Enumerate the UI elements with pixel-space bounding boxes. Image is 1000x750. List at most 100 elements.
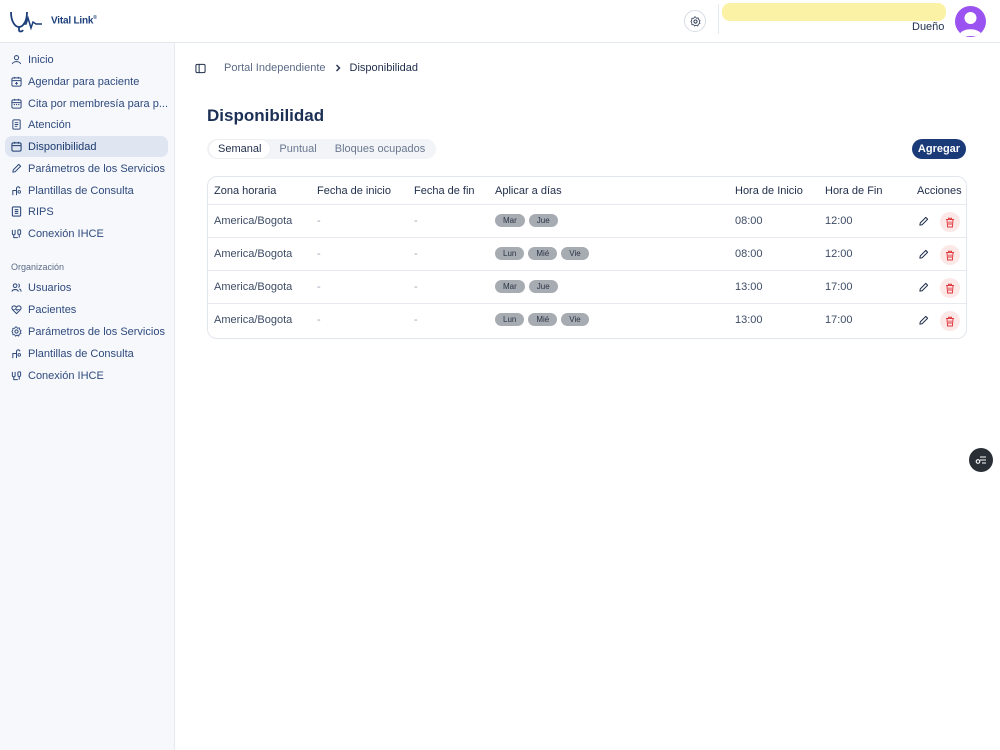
tab-puntual[interactable]: Puntual [270, 140, 325, 158]
column-header: Fecha de inicio [317, 185, 391, 197]
sidebar-item-label: Inicio [28, 53, 54, 66]
end-time-cell: 12:00 [825, 248, 853, 260]
table-row: America/Bogota - - Lun Mié Vie 13:00 17:… [208, 304, 966, 337]
stethoscope-logo-icon [10, 11, 42, 33]
sidebar-item-org-plantillas[interactable]: Plantillas de Consulta [5, 343, 168, 364]
top-header: Vital Link® Dueño [0, 0, 1000, 43]
gear-icon [690, 16, 700, 26]
settings-button[interactable] [684, 10, 706, 32]
sidebar-toggle-button[interactable] [195, 63, 206, 74]
calendar-grid-icon [11, 98, 22, 109]
tab-semanal[interactable]: Semanal [209, 140, 271, 158]
day-chip: Vie [561, 247, 589, 260]
column-header: Fecha de fin [414, 185, 475, 197]
start-date-cell: - [317, 314, 321, 326]
column-header: Hora de Inicio [735, 185, 803, 197]
availability-table: Zona horaria Fecha de inicio Fecha de fi… [207, 176, 967, 339]
sidebar-section-organizacion: Organización [11, 262, 65, 272]
breadcrumb-parent-link[interactable]: Portal Independiente [224, 62, 326, 74]
end-date-cell: - [414, 248, 418, 260]
start-date-cell: - [317, 215, 321, 227]
column-header: Zona horaria [214, 185, 277, 197]
add-button[interactable]: Agregar [912, 139, 966, 159]
sidebar-toggle-icon [195, 63, 206, 73]
delete-button[interactable] [940, 278, 960, 298]
sidebar-item-label: Usuarios [28, 281, 72, 294]
sidebar-item-label: Conexión IHCE [28, 369, 104, 382]
templates-icon [11, 185, 22, 196]
sidebar-item-label: Plantillas de Consulta [28, 184, 134, 197]
delete-button[interactable] [940, 212, 960, 232]
sidebar-item-atencion[interactable]: Atención [5, 114, 168, 135]
sidebar-item-cita-membresia[interactable]: Cita por membresía para p... [5, 93, 168, 114]
sidebar-item-label: Cita por membresía para p... [28, 97, 168, 110]
column-header: Aplicar a días [495, 185, 562, 197]
table-header: Zona horaria Fecha de inicio Fecha de fi… [208, 177, 966, 205]
vital-link-logo[interactable]: Vital Link® [8, 6, 97, 36]
header-divider [718, 4, 719, 34]
sidebar-item-org-conexion-ihce[interactable]: Conexión IHCE [5, 365, 168, 386]
user-icon [11, 54, 22, 65]
calendar-icon [11, 141, 22, 152]
edit-button[interactable] [916, 247, 930, 261]
days-cell: Lun Mié Vie [495, 313, 589, 326]
timezone-cell: America/Bogota [214, 215, 293, 227]
day-chip: Vie [561, 313, 589, 326]
sidebar-item-label: RIPS [28, 205, 54, 218]
day-chip: Lun [495, 247, 525, 260]
sidebar-item-label: Conexión IHCE [28, 227, 104, 240]
day-chip: Lun [495, 313, 525, 326]
column-header: Acciones [917, 185, 962, 197]
sidebar-item-label: Parámetros de los Servicios [28, 162, 165, 175]
edit-button[interactable] [916, 214, 930, 228]
sidebar-item-rips[interactable]: RIPS [5, 201, 168, 222]
day-chip: Mié [528, 247, 558, 260]
gear-icon [11, 326, 22, 337]
end-date-cell: - [414, 215, 418, 227]
sidebar-item-parametros[interactable]: Parámetros de los Servicios [5, 158, 168, 179]
trash-icon [946, 316, 954, 326]
floating-tools-button[interactable] [969, 448, 993, 472]
table-row: America/Bogota - - Lun Mié Vie 08:00 12:… [208, 238, 966, 271]
trash-icon [946, 283, 954, 293]
sidebar-item-pacientes[interactable]: Pacientes [5, 299, 168, 320]
start-date-cell: - [317, 281, 321, 293]
sidebar-item-label: Parámetros de los Servicios [28, 325, 165, 338]
redacted-user-name [722, 3, 946, 21]
sidebar-item-plantillas[interactable]: Plantillas de Consulta [5, 180, 168, 201]
delete-button[interactable] [940, 311, 960, 331]
start-time-cell: 08:00 [735, 215, 763, 227]
end-date-cell: - [414, 314, 418, 326]
start-date-cell: - [317, 248, 321, 260]
sidebar-item-label: Pacientes [28, 303, 77, 316]
breadcrumb: Portal Independiente Disponibilidad [195, 62, 418, 74]
timezone-cell: America/Bogota [214, 314, 293, 326]
edit-button[interactable] [916, 313, 930, 327]
sidebar-item-disponibilidad[interactable]: Disponibilidad [5, 136, 168, 157]
days-cell: Lun Mié Vie [495, 247, 589, 260]
timezone-cell: America/Bogota [214, 281, 293, 293]
breadcrumb-current: Disponibilidad [349, 62, 419, 74]
tab-bloques-ocupados[interactable]: Bloques ocupados [326, 140, 435, 158]
calendar-plus-icon [11, 76, 22, 87]
table-row: America/Bogota - - Mar Jue 13:00 17:00 [208, 271, 966, 304]
sidebar: Inicio Agendar para paciente Cita por me… [0, 43, 175, 750]
sidebar-item-org-parametros[interactable]: Parámetros de los Servicios [5, 321, 168, 342]
sidebar-item-label: Agendar para paciente [28, 75, 140, 88]
sidebar-item-label: Atención [28, 118, 71, 131]
sidebar-item-agendar[interactable]: Agendar para paciente [5, 71, 168, 92]
days-cell: Mar Jue [495, 214, 558, 227]
templates-icon [11, 348, 22, 359]
end-time-cell: 17:00 [825, 281, 853, 293]
sidebar-item-usuarios[interactable]: Usuarios [5, 277, 168, 298]
sidebar-item-conexion-ihce[interactable]: Conexión IHCE [5, 223, 168, 244]
edit-button[interactable] [916, 280, 930, 294]
sidebar-item-inicio[interactable]: Inicio [5, 49, 168, 70]
pencil-icon [918, 282, 928, 292]
avatar[interactable] [955, 6, 986, 37]
delete-button[interactable] [940, 245, 960, 265]
pencil-icon [918, 249, 928, 259]
heart-icon [11, 304, 22, 315]
day-chip: Mar [495, 280, 525, 293]
users-icon [11, 282, 22, 293]
